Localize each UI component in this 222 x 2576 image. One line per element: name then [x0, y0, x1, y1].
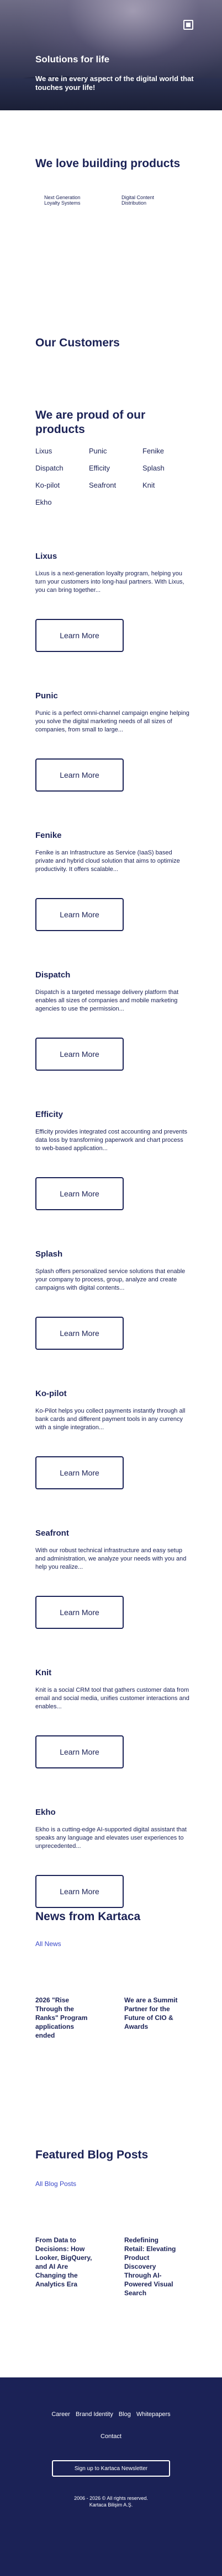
capabilities-title: We love building products	[35, 157, 181, 170]
product-name: Splash	[35, 1249, 63, 1259]
product-card-splash: Splash Splash offers personalized servic…	[35, 1249, 190, 1350]
product-name: Dispatch	[35, 970, 71, 980]
product-card-knit: Knit Knit is a social CRM tool that gath…	[35, 1668, 190, 1768]
footer-link-whitepapers[interactable]: Whitepapers	[136, 2411, 171, 2418]
product-card-lixus: Lixus Lixus is a next-generation loyalty…	[35, 552, 190, 652]
product-description: Lixus is a next-generation loyalty progr…	[35, 570, 184, 594]
product-description: With our robust technical infrastructure…	[35, 1547, 187, 1570]
news-item[interactable]: We are a Summit Partner for the Future o…	[124, 1996, 185, 2031]
product-description: Dispatch is a targeted message delivery …	[35, 989, 179, 1012]
product-name: Knit	[35, 1668, 52, 1677]
learn-more-button[interactable]: Learn More	[35, 1596, 124, 1629]
product-link-lixus[interactable]: Lixus	[35, 447, 89, 455]
company-name: Kartaca Bilişim A.Ş.	[89, 2502, 133, 2508]
footer-links: Career Brand Identity Blog Whitepapers	[0, 2411, 222, 2418]
product-name: Lixus	[35, 552, 57, 561]
newsletter-signup-button[interactable]: Sign up to Kartaca Newsletter	[52, 2460, 170, 2477]
product-name: Ko-pilot	[35, 1389, 67, 1398]
product-card-seafront: Seafront With our robust technical infra…	[35, 1529, 190, 1629]
product-link-punic[interactable]: Punic	[89, 447, 142, 455]
learn-more-button[interactable]: Learn More	[35, 1317, 124, 1350]
product-card-fenike: Fenike Fenike is an Infrastructure as Se…	[35, 831, 190, 931]
learn-more-button[interactable]: Learn More	[35, 1456, 124, 1489]
capability-item[interactable]: Digital Content Distribution	[121, 195, 160, 206]
products-grid: Lixus Punic Fenike Dispatch Efficity Spl…	[35, 447, 190, 506]
product-description: Ekho is a cutting-edge AI-supported digi…	[35, 1826, 187, 1850]
product-link-ekho[interactable]: Ekho	[35, 498, 89, 506]
product-description: Efficity provides integrated cost accoun…	[35, 1129, 187, 1152]
learn-more-button[interactable]: Learn More	[35, 898, 124, 931]
kartaca-logo-icon[interactable]	[183, 20, 193, 30]
hero-subtitle: We are in every aspect of the digital wo…	[35, 74, 194, 92]
footer-link-career[interactable]: Career	[51, 2411, 70, 2418]
all-news-link[interactable]: All News	[35, 1940, 61, 1948]
news-item[interactable]: 2026 "Rise Through the Ranks" Program ap…	[35, 1996, 88, 2040]
product-name: Punic	[35, 691, 58, 701]
product-description: Fenike is an Infrastructure as Service (…	[35, 849, 180, 873]
product-card-ekho: Ekho Ekho is a cutting-edge AI-supported…	[35, 1808, 190, 1908]
learn-more-button[interactable]: Learn More	[35, 1038, 124, 1071]
learn-more-button[interactable]: Learn More	[35, 758, 124, 792]
all-blog-posts-link[interactable]: All Blog Posts	[35, 2180, 76, 2188]
footer: Career Brand Identity Blog Whitepapers Cont…	[0, 2377, 222, 2576]
products-title: We are proud of our products	[35, 409, 146, 436]
blog-post-item[interactable]: Redefining Retail: Elevating Product Dis…	[124, 2236, 179, 2297]
product-link-splash[interactable]: Splash	[142, 464, 190, 472]
product-link-knit[interactable]: Knit	[142, 481, 190, 489]
product-card-punic: Punic Punic is a perfect omni-channel ca…	[35, 691, 190, 792]
news-title: News from Kartaca	[35, 1910, 141, 1923]
blog-post-item[interactable]: From Data to Decisions: How Looker, BigQ…	[35, 2236, 96, 2289]
blog-title: Featured Blog Posts	[35, 2149, 149, 2161]
footer-link-brand-identity[interactable]: Brand Identity	[76, 2411, 113, 2418]
copyright: 2006 - 2026 © All rights reserved. Karta…	[0, 2495, 222, 2508]
product-link-fenike[interactable]: Fenike	[142, 447, 190, 455]
product-name: Seafront	[35, 1529, 69, 1538]
product-name: Fenike	[35, 831, 62, 840]
product-name: Ekho	[35, 1808, 56, 1817]
hero-banner: Solutions for life We are in every aspec…	[0, 0, 222, 110]
learn-more-button[interactable]: Learn More	[35, 1875, 124, 1908]
product-description: Ko-Pilot helps you collect payments inst…	[35, 1408, 186, 1431]
learn-more-button[interactable]: Learn More	[35, 1735, 124, 1768]
learn-more-button[interactable]: Learn More	[35, 619, 124, 652]
product-description: Knit is a social CRM tool that gathers c…	[35, 1687, 189, 1710]
learn-more-button[interactable]: Learn More	[35, 1177, 124, 1210]
customers-title: Our Customers	[35, 336, 120, 349]
product-card-dispatch: Dispatch Dispatch is a targeted message …	[35, 970, 190, 1071]
capabilities-list: Next Generation Loyalty Systems Digital …	[44, 195, 188, 206]
footer-link-contact[interactable]: Contact	[0, 2433, 222, 2440]
product-link-dispatch[interactable]: Dispatch	[35, 464, 89, 472]
product-link-efficity[interactable]: Efficity	[89, 464, 142, 472]
page: Solutions for life We are in every aspec…	[0, 0, 222, 2576]
product-description: Punic is a perfect omni-channel campaign…	[35, 710, 189, 733]
product-card-ko-pilot: Ko-pilot Ko-Pilot helps you collect paym…	[35, 1389, 190, 1489]
footer-link-blog[interactable]: Blog	[119, 2411, 131, 2418]
product-description: Splash offers personalized service solut…	[35, 1268, 186, 1291]
hero-title: Solutions for life	[35, 54, 110, 65]
capability-item[interactable]: Next Generation Loyalty Systems	[44, 195, 88, 206]
product-card-efficity: Efficity Efficity provides integrated co…	[35, 1110, 190, 1210]
product-name: Efficity	[35, 1110, 64, 1119]
copyright-line: 2006 - 2026 © All rights reserved.	[74, 2495, 148, 2501]
product-link-ko-pilot[interactable]: Ko-pilot	[35, 481, 89, 489]
product-link-seafront[interactable]: Seafront	[89, 481, 142, 489]
